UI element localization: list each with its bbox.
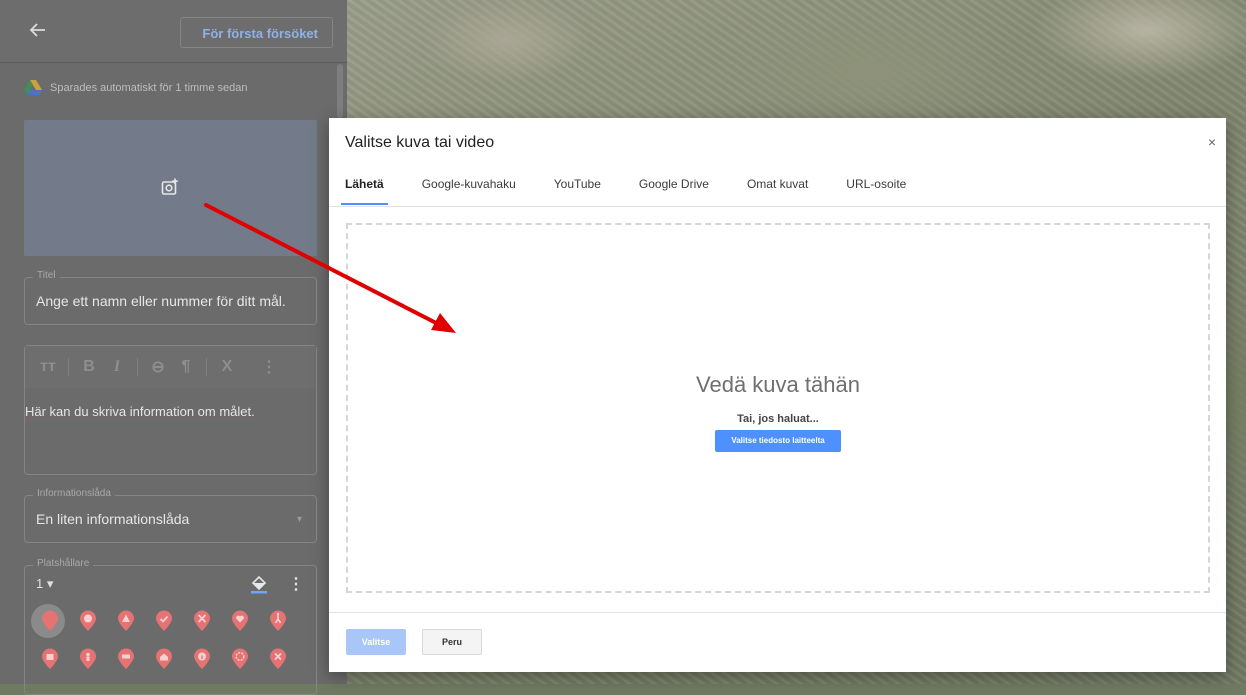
more-vert-icon[interactable]: ⋮: [288, 574, 304, 594]
pin-flower-icon[interactable]: [229, 648, 251, 670]
pin-home-icon[interactable]: [153, 648, 175, 670]
drop-zone[interactable]: Vedä kuva tähän Tai, jos haluat... Valit…: [346, 223, 1210, 593]
panel-scrollbar[interactable]: [337, 64, 343, 118]
footer-divider: [329, 612, 1226, 613]
infobox-select-label: Informationslåda: [33, 488, 115, 499]
fill-color-icon[interactable]: [249, 574, 269, 594]
pin-hiker-icon[interactable]: [267, 610, 289, 632]
tab-google-image-search[interactable]: Google-kuvahaku: [422, 176, 516, 206]
dialog-title: Valitse kuva tai video: [345, 134, 495, 151]
arrow-left-icon[interactable]: [28, 20, 48, 40]
placeholder-number: 1: [36, 576, 44, 591]
clear-format-icon[interactable]: X: [213, 358, 241, 376]
drop-zone-title: Vedä kuva tähän: [696, 372, 860, 397]
pin-tools-icon[interactable]: [191, 610, 213, 632]
infobox-select-value: En liten informationslåda: [36, 511, 190, 527]
pin-castle-icon[interactable]: [39, 648, 61, 670]
tab-my-images[interactable]: Omat kuvat: [747, 176, 808, 206]
pin-warning-icon[interactable]: [115, 610, 137, 632]
autosave-text: Sparades automatiskt för 1 timme sedan: [50, 82, 248, 94]
title-field-label: Titel: [33, 270, 60, 281]
link-icon[interactable]: ⊖: [144, 357, 172, 377]
placeholder-label: Platshållare: [33, 558, 94, 569]
panel-top-bar: För första försöket: [0, 0, 347, 63]
pin-star-icon[interactable]: [77, 610, 99, 632]
pin-info-icon[interactable]: [191, 648, 213, 670]
title-field[interactable]: Titel Ange ett namn eller nummer för dit…: [24, 270, 317, 325]
choose-button[interactable]: Valitse: [346, 629, 406, 655]
tabs-divider: [329, 206, 1226, 207]
editor-content[interactable]: Här kan du skriva information om målet.: [25, 404, 255, 420]
editor-text: Här kan du skriva information om målet.: [25, 404, 255, 420]
pin-close-icon[interactable]: [267, 648, 289, 670]
google-drive-icon: [24, 80, 42, 95]
select-file-button[interactable]: Valitse tiedosto laitteelta: [715, 430, 841, 452]
tab-upload[interactable]: Lähetä: [341, 176, 388, 206]
italic-icon[interactable]: I: [103, 358, 131, 376]
title-field-value: Ange ett namn eller nummer för ditt mål.: [36, 293, 286, 309]
tab-google-drive[interactable]: Google Drive: [639, 176, 709, 206]
close-icon[interactable]: ×: [1208, 134, 1216, 150]
image-placeholder[interactable]: [24, 120, 317, 256]
tab-youtube[interactable]: YouTube: [554, 176, 601, 206]
bold-icon[interactable]: B: [75, 358, 103, 376]
dialog-tabs: Lähetä Google-kuvahaku YouTube Google Dr…: [341, 176, 944, 206]
first-attempt-button[interactable]: För första försöket: [180, 17, 333, 48]
editor-toolbar: тт B I ⊖ ¶ X ⋮: [25, 346, 316, 388]
autosave-status: Sparades automatiskt för 1 timme sedan: [24, 78, 247, 98]
editor-side-panel: För första försöket Sparades automatiskt…: [0, 0, 347, 695]
cancel-button[interactable]: Peru: [422, 629, 482, 655]
placeholder-number-select[interactable]: 1 ▾: [36, 576, 53, 592]
infobox-select[interactable]: Informationslåda En liten informationslå…: [24, 488, 317, 543]
pin-check-icon[interactable]: [153, 610, 175, 632]
text-size-icon[interactable]: тт: [34, 358, 62, 376]
chevron-down-icon: ▾: [296, 514, 302, 525]
drop-zone-alternative: Tai, jos haluat...: [737, 413, 819, 425]
pin-heart-icon[interactable]: [229, 610, 251, 632]
placeholder-section: Platshållare 1 ▾ ⋮: [24, 558, 317, 695]
add-photo-icon[interactable]: [161, 178, 179, 196]
tab-url[interactable]: URL-osoite: [846, 176, 906, 206]
pin-person-icon[interactable]: [77, 648, 99, 670]
image-picker-dialog: Valitse kuva tai video × Lähetä Google-k…: [329, 118, 1226, 672]
description-editor[interactable]: тт B I ⊖ ¶ X ⋮ Här kan du skriva informa…: [24, 345, 317, 475]
pin-flag-icon[interactable]: [115, 648, 137, 670]
pin-default-icon[interactable]: [39, 610, 61, 632]
more-vert-icon[interactable]: ⋮: [255, 357, 283, 377]
paragraph-icon[interactable]: ¶: [172, 358, 200, 376]
